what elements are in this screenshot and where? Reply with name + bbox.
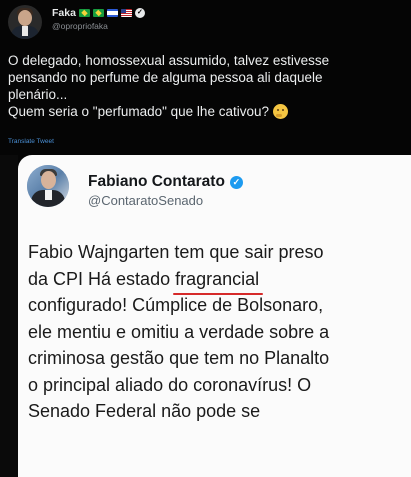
outer-handle[interactable]: @opropriofaka [52, 21, 108, 31]
outer-name-row: Faka ✓ [52, 6, 145, 20]
quoted-name-row: Fabiano Contarato ✓ [88, 173, 243, 191]
avatar-face [18, 10, 32, 26]
quoted-avatar[interactable] [27, 165, 69, 207]
underlined-word: fragrancial [173, 266, 264, 295]
brazil-flag-icon [92, 9, 104, 17]
outer-tweet-text: O delegado, homossexual assumido, talvez… [8, 52, 408, 120]
outer-display-name[interactable]: Faka [52, 7, 76, 19]
tweet-text-line-with-emoji: Quem seria o "perfumado" que lhe cativou… [8, 103, 408, 120]
quoted-tweet-card[interactable]: Fabiano Contarato ✓ @ContaratoSenado Fab… [18, 155, 411, 477]
tweet-text-line: O delegado, homossexual assumido, talvez… [8, 53, 330, 68]
quoted-text-line: da CPI Há estado fragrancial [28, 266, 411, 295]
quoted-display-name[interactable]: Fabiano Contarato [88, 173, 225, 191]
thinking-face-icon [272, 104, 288, 119]
tweet-text-line: plenário... [8, 87, 68, 102]
israel-flag-icon [106, 9, 118, 17]
avatar-shirt [22, 26, 28, 36]
quoted-text-line: o principal aliado do coronavírus! O [28, 374, 312, 395]
avatar-shirt [45, 190, 52, 200]
verified-badge-icon: ✓ [229, 175, 243, 189]
quoted-text-line: configurado! Cúmplice de Bolsonaro, [28, 295, 324, 315]
quoted-text-line: criminosa gestão que tem no Planalto [28, 348, 330, 368]
outer-avatar[interactable] [8, 5, 42, 39]
left-edge-strip [0, 155, 18, 477]
usa-flag-icon [120, 9, 132, 17]
verified-badge-icon: ✓ [134, 8, 145, 18]
quoted-text-line: ele mentiu e omitiu a verdade sobre a [28, 321, 330, 342]
quoted-text-segment: da CPI Há estado [28, 268, 176, 289]
quoted-text-line: Senado Federal não pode se [28, 401, 261, 421]
quoted-text-line: Fabio Wajngarten tem que sair preso [28, 242, 324, 262]
brazil-flag-icon [78, 9, 90, 17]
tweet-text-line: Quem seria o "perfumado" que lhe cativou… [8, 104, 269, 119]
quoted-handle[interactable]: @ContaratoSenado [88, 193, 203, 208]
quoted-tweet-text: Fabio Wajngarten tem que sair preso da C… [28, 239, 411, 425]
underlined-word-text: fragrancial [175, 268, 260, 289]
red-underline-annotation [173, 293, 264, 295]
tweet-text-line: pensando no perfume de alguma pessoa ali… [8, 70, 323, 85]
translate-tweet-link[interactable]: Translate Tweet [8, 138, 54, 145]
avatar-face [41, 171, 56, 189]
